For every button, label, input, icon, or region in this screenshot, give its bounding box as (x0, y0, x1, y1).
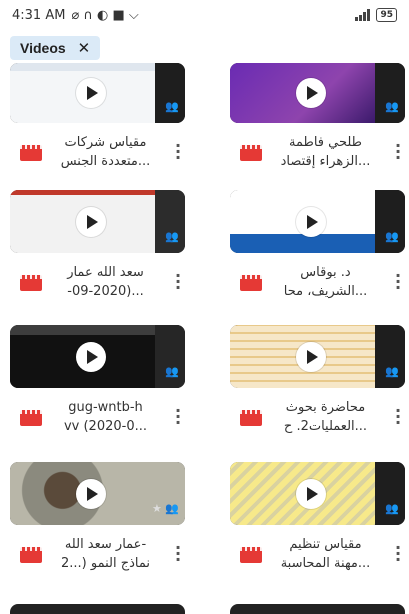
video-card[interactable]: 👥 مقياس تنظيم مهنة المحاسبة... · · · (230, 462, 405, 583)
play-icon[interactable] (295, 341, 326, 372)
video-title[interactable]: د. بوقاس الشريف، محا... (268, 263, 383, 301)
more-options-icon[interactable]: · · · (393, 268, 403, 296)
more-options-icon[interactable]: · · · (393, 403, 403, 431)
more-options-icon[interactable]: · · · (393, 540, 403, 568)
play-icon[interactable] (75, 478, 106, 509)
video-file-icon (20, 275, 42, 291)
video-file-icon (20, 145, 42, 161)
video-title[interactable]: محاضرة بحوث العمليات2. ح... (268, 398, 383, 436)
video-thumbnail[interactable]: 👥 (230, 462, 405, 525)
video-title[interactable]: طلحي فاطمة الزهراء إقتصاد... (268, 133, 383, 171)
play-icon[interactable] (75, 78, 106, 108)
participants-icon: ★ 👥 (151, 502, 179, 515)
video-thumbnail[interactable]: ★ 👥 (10, 462, 185, 525)
video-thumbnail[interactable]: 👥 (230, 190, 405, 253)
video-thumbnail[interactable]: 👥 (10, 325, 185, 388)
play-icon[interactable] (295, 478, 326, 509)
participants-icon: 👥 (385, 100, 399, 113)
play-icon[interactable] (75, 206, 106, 237)
video-card[interactable]: 👥 مقياس شركات متعددة الجنس... · · · (10, 63, 185, 181)
video-title[interactable]: سعد الله عمار -09-2020)... (48, 263, 163, 301)
participants-icon: 👥 (385, 502, 399, 515)
video-thumbnail[interactable]: 👥 (230, 63, 405, 123)
participants-icon: 👥 (385, 365, 399, 378)
video-file-icon (240, 410, 262, 426)
video-thumbnail-partial[interactable] (10, 604, 185, 614)
video-file-icon (240, 275, 262, 291)
more-options-icon[interactable]: · · · (173, 540, 183, 568)
participants-icon: 👥 (165, 100, 179, 113)
participants-icon: 👥 (385, 230, 399, 243)
video-thumbnail-partial[interactable] (230, 604, 405, 614)
video-card[interactable]: ★ 👥 عمار سعد الله- نماذج النمو (...2 · · · (10, 462, 185, 583)
more-options-icon[interactable]: · · · (173, 138, 183, 166)
video-card[interactable]: 👥 سعد الله عمار -09-2020)... · · · (10, 190, 185, 311)
video-title[interactable]: عمار سعد الله- نماذج النمو (...2 (48, 535, 163, 573)
video-card[interactable]: 👥 gug-wntb-h vv (2020-0... · · · (10, 325, 185, 446)
more-options-icon[interactable]: · · · (173, 268, 183, 296)
video-file-icon (20, 547, 42, 563)
video-card[interactable]: 👥 د. بوقاس الشريف، محا... · · · (230, 190, 405, 311)
video-file-icon (20, 410, 42, 426)
more-options-icon[interactable]: · · · (393, 138, 403, 166)
video-grid: 👥 مقياس شركات متعددة الجنس... · · · 👥 طلحي … (0, 0, 409, 614)
video-file-icon (240, 145, 262, 161)
participants-icon: 👥 (165, 365, 179, 378)
video-file-icon (240, 547, 262, 563)
video-card[interactable]: 👥 محاضرة بحوث العمليات2. ح... · · · (230, 325, 405, 446)
video-title[interactable]: مقياس تنظيم مهنة المحاسبة... (268, 535, 383, 573)
play-icon[interactable] (75, 341, 106, 372)
video-title[interactable]: مقياس شركات متعددة الجنس... (48, 133, 163, 171)
video-thumbnail[interactable]: 👥 (10, 63, 185, 123)
video-card[interactable]: 👥 طلحي فاطمة الزهراء إقتصاد... · · · (230, 63, 405, 181)
participants-icon: 👥 (165, 230, 179, 243)
more-options-icon[interactable]: · · · (173, 403, 183, 431)
video-title[interactable]: gug-wntb-h vv (2020-0... (48, 398, 163, 436)
video-thumbnail[interactable]: 👥 (10, 190, 185, 253)
video-thumbnail[interactable]: 👥 (230, 325, 405, 388)
play-icon[interactable] (295, 78, 326, 108)
play-icon[interactable] (295, 206, 326, 237)
